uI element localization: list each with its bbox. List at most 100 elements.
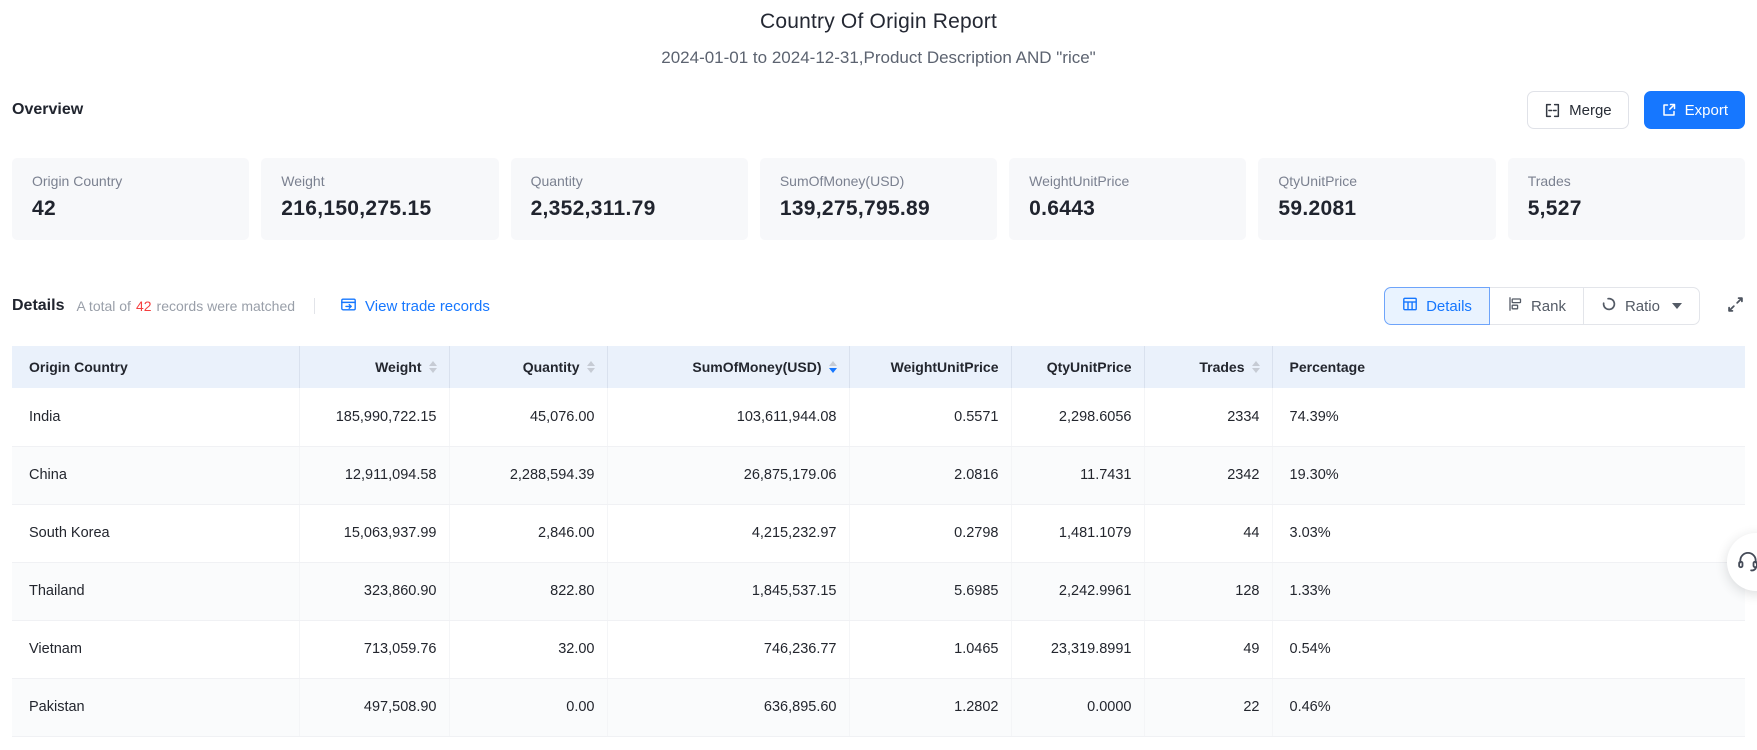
table-row[interactable]: Thailand 323,860.90 822.80 1,845,537.15 5.69… — [12, 562, 1745, 621]
card-label: Quantity — [530, 173, 583, 189]
table-row[interactable]: South Korea 15,063,937.99 2,846.00 4,215,23… — [12, 504, 1745, 563]
cell-origin-country: South Korea — [12, 504, 300, 563]
card-value: 139,275,795.89 — [779, 197, 931, 220]
divider — [314, 298, 316, 314]
cell-sumofmoney-usd: 26,875,179.06 — [607, 446, 850, 505]
cell-qtyunitprice: 2,242.9961 — [1011, 562, 1145, 621]
sort-icon[interactable] — [428, 361, 437, 373]
details-toolbar: Details A total of 42 records were matched… — [0, 286, 1757, 326]
cell-weight: 15,063,937.99 — [299, 504, 450, 563]
cell-weightunitprice: 1.0465 — [849, 620, 1012, 679]
sort-icon[interactable] — [828, 361, 837, 373]
sort-icon[interactable] — [586, 361, 595, 373]
cell-weight: 12,911,094.58 — [299, 446, 450, 505]
column-header-quantity[interactable]: Quantity — [449, 346, 608, 388]
card-label: Origin Country — [32, 173, 123, 189]
card-quantity: Quantity 2,352,311.79 — [510, 158, 748, 240]
cell-quantity: 2,846.00 — [449, 504, 608, 563]
page-subtitle: 2024-01-01 to 2024-12-31,Product Descrip… — [661, 48, 1096, 67]
card-trades: Trades 5,527 — [1507, 158, 1745, 240]
cell-trades: 49 — [1144, 620, 1273, 679]
page-title: Country Of Origin Report — [759, 10, 998, 33]
cell-qtyunitprice: 0.0000 — [1011, 678, 1145, 737]
overview-toolbar: Overview Merge Export — [0, 90, 1757, 130]
merge-button[interactable]: Merge — [1527, 91, 1629, 129]
table-row[interactable]: China 12,911,094.58 2,288,594.39 26,875,179… — [12, 446, 1745, 505]
view-trade-records-label: View trade records — [365, 297, 490, 315]
cell-quantity: 822.80 — [449, 562, 608, 621]
column-header-weightunitprice: WeightUnitPrice — [849, 346, 1012, 388]
cell-quantity: 32.00 — [449, 620, 608, 679]
tab-rank[interactable]: Rank — [1488, 287, 1584, 325]
cell-percentage: 0.54% — [1272, 620, 1745, 679]
match-count: 42 — [135, 298, 152, 314]
card-qty-unit-price: QtyUnitPrice 59.2081 — [1258, 158, 1496, 240]
cell-origin-country: India — [12, 388, 300, 447]
card-label: Trades — [1527, 173, 1571, 189]
column-header-weight[interactable]: Weight — [299, 346, 450, 388]
column-header-sumofmoney-usd[interactable]: SumOfMoney(USD) — [607, 346, 850, 388]
rank-icon — [1507, 296, 1523, 316]
cell-sumofmoney-usd: 103,611,944.08 — [607, 388, 850, 447]
column-label: Weight — [375, 359, 422, 375]
origin-country-table: Origin Country Weight Quantity SumOfMoney(U… — [12, 346, 1745, 737]
merge-button-label: Merge — [1569, 101, 1612, 119]
column-label: SumOfMoney(USD) — [692, 359, 822, 375]
cell-percentage: 0.46% — [1272, 678, 1745, 737]
card-label: Weight — [281, 173, 325, 189]
table-icon — [1402, 296, 1418, 316]
table-row[interactable]: Pakistan 497,508.90 0.00 636,895.60 1.2802 0.… — [12, 678, 1745, 737]
cell-sumofmoney-usd: 1,845,537.15 — [607, 562, 850, 621]
view-switcher: Details Rank Ratio — [1384, 287, 1745, 325]
view-mode-segment: Details Rank Ratio — [1384, 287, 1700, 325]
cell-origin-country: Pakistan — [12, 678, 300, 737]
export-button[interactable]: Export — [1643, 91, 1745, 129]
cell-percentage: 1.33% — [1272, 562, 1745, 621]
cell-qtyunitprice: 2,298.6056 — [1011, 388, 1145, 447]
cell-weightunitprice: 5.6985 — [849, 562, 1012, 621]
card-weight: Weight 216,150,275.15 — [261, 158, 499, 240]
overview-heading: Overview — [12, 101, 84, 118]
match-summary-prefix: A total of — [76, 298, 131, 314]
match-summary: A total of 42 records were matched — [76, 298, 295, 314]
column-header-qtyunitprice: QtyUnitPrice — [1011, 346, 1145, 388]
column-header-trades[interactable]: Trades — [1144, 346, 1273, 388]
card-label: SumOfMoney(USD) — [779, 173, 905, 189]
column-label: Quantity — [522, 359, 580, 375]
tab-details[interactable]: Details — [1384, 287, 1490, 325]
sort-icon[interactable] — [1251, 361, 1260, 373]
table-row[interactable]: Vietnam 713,059.76 32.00 746,236.77 1.0465 23… — [12, 620, 1745, 679]
card-label: WeightUnitPrice — [1029, 173, 1130, 189]
details-table: Origin Country Weight Quantity SumOfMoney(U… — [12, 346, 1745, 737]
card-value: 5,527 — [1527, 197, 1582, 220]
cell-weightunitprice: 1.2802 — [849, 678, 1012, 737]
cell-percentage: 74.39% — [1272, 388, 1745, 447]
card-value: 2,352,311.79 — [530, 197, 656, 220]
cell-origin-country: Vietnam — [12, 620, 300, 679]
cell-weight: 323,860.90 — [299, 562, 450, 621]
card-sum-of-money: SumOfMoney(USD) 139,275,795.89 — [759, 158, 998, 240]
cell-quantity: 0.00 — [449, 678, 608, 737]
card-label: QtyUnitPrice — [1278, 173, 1357, 189]
cell-trades: 22 — [1144, 678, 1273, 737]
report-header: Country Of Origin Report 2024-01-01 to 2… — [0, 0, 1757, 68]
details-summary: Details A total of 42 records were matched… — [12, 295, 496, 318]
fullscreen-expand-icon — [1726, 295, 1745, 317]
cell-quantity: 45,076.00 — [449, 388, 608, 447]
cell-weight: 497,508.90 — [299, 678, 450, 737]
table-row[interactable]: India 185,990,722.15 45,076.00 103,611,944.… — [12, 388, 1745, 447]
cell-origin-country: China — [12, 446, 300, 505]
column-label: WeightUnitPrice — [890, 359, 999, 375]
fullscreen-button[interactable] — [1726, 295, 1745, 317]
tab-ratio[interactable]: Ratio — [1582, 287, 1700, 325]
cell-weightunitprice: 2.0816 — [849, 446, 1012, 505]
cell-quantity: 2,288,594.39 — [449, 446, 608, 505]
cell-trades: 128 — [1144, 562, 1273, 621]
card-origin-country: Origin Country 42 — [12, 158, 250, 240]
column-header-percentage: Percentage — [1272, 346, 1745, 388]
view-trade-records-link[interactable]: View trade records — [334, 295, 496, 318]
headset-icon — [1736, 549, 1757, 576]
card-value: 0.6443 — [1029, 197, 1096, 220]
export-button-label: Export — [1684, 101, 1728, 119]
cell-weightunitprice: 0.5571 — [849, 388, 1012, 447]
